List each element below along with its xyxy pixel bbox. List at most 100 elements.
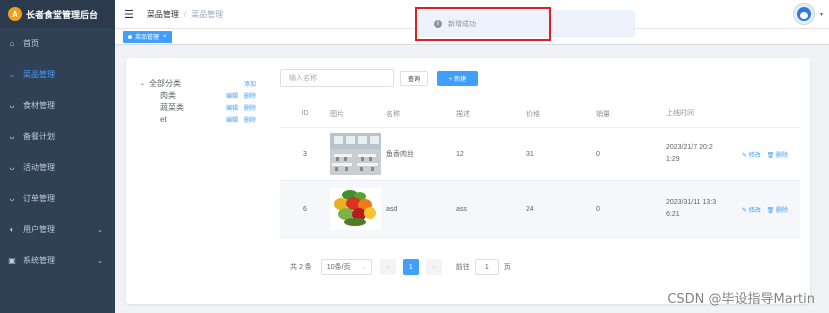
sidebar-item-1[interactable]: ᴗ 菜品管理 — [0, 59, 115, 90]
watermark: CSDN @毕设指导Martin — [667, 292, 815, 307]
brand[interactable]: A 长者食堂管理后台 — [0, 0, 115, 28]
sidebar: A 长者食堂管理后台 ⌂ 首页 ᴗ 菜品管理 ᴗ 食材管理 ᴗ 备餐计划 ᴗ 活动管理 ᴗ 订单管理 ◐… — [0, 0, 115, 313]
content-card: ⌄ 全部分类 添加 肉类 编辑 删除 蔬菜类 编辑 删除 et 编辑 删除 输入名称 查询 + … — [126, 58, 810, 304]
cell-id: 6 — [303, 205, 307, 213]
sidebar-item-label: 订单管理 — [23, 194, 55, 203]
dish-table: ID 图片 名称 描述 价格 销量 上线时间 3 鱼香肉丝 12 31 0 20… — [280, 100, 800, 238]
tag-dish-management[interactable]: 菜品管理 × — [123, 30, 172, 43]
sidebar-item-4[interactable]: ᴗ 活动管理 — [0, 152, 115, 183]
main-area: ☰ 菜品管理 / 菜品管理 ▾ 菜品管理 × ⌄ 全部分类 添加 肉类 编辑 删… — [115, 0, 829, 313]
col-price: 价格 — [526, 110, 540, 118]
sidebar-item-6[interactable]: ◐ 用户管理 ⌄ — [0, 214, 115, 245]
tree-node-actions: 编辑 删除 — [226, 91, 256, 100]
col-sales: 销量 — [596, 110, 610, 118]
edit-category-link[interactable]: 编辑 — [226, 91, 238, 100]
sidebar-item-label: 系统管理 — [23, 256, 55, 265]
delete-category-link[interactable]: 删除 — [244, 115, 256, 124]
sidebar-item-2[interactable]: ᴗ 食材管理 — [0, 90, 115, 121]
tree-node[interactable]: et 编辑 删除 — [140, 113, 256, 125]
tree-node-actions: 编辑 删除 — [226, 115, 256, 124]
sidebar-item-label: 食材管理 — [23, 101, 55, 110]
table-row: 6 asd ass 24 0 2023/31/11 13:3 6:21 ✎ 修改… — [280, 181, 800, 238]
cell-time: 2023/21/7 20:2 1:29 — [666, 142, 736, 166]
col-name: 名称 — [386, 110, 400, 118]
sidebar-item-7[interactable]: ▣ 系统管理 ⌄ — [0, 245, 115, 276]
chevron-down-icon[interactable]: ⌄ — [97, 226, 103, 234]
tree-node-actions: 编辑 删除 — [226, 103, 256, 112]
tree-node-label: et — [160, 114, 167, 124]
edit-category-link[interactable]: 编辑 — [226, 103, 238, 112]
tree-root-label: 全部分类 — [149, 78, 182, 88]
breadcrumb-separator: / — [183, 9, 187, 19]
time-line-1: 2023/31/11 13:3 — [666, 199, 717, 206]
sidebar-item-0[interactable]: ⌂ 首页 — [0, 28, 115, 59]
col-time: 上线时间 — [666, 109, 694, 117]
canteen-image — [330, 133, 381, 175]
system-icon: ▣ — [8, 256, 16, 265]
table-row: 3 鱼香肉丝 12 31 0 2023/21/7 20:2 1:29 ✎ 修改 … — [280, 128, 800, 181]
time-line-2: 1:29 — [666, 156, 680, 163]
cell-image — [330, 133, 386, 175]
search-input[interactable]: 输入名称 — [280, 69, 394, 87]
user-icon: ᴗ — [9, 194, 15, 203]
sidebar-item-5[interactable]: ᴗ 订单管理 — [0, 183, 115, 214]
tree-node-label: 肉类 — [160, 90, 176, 100]
edit-button[interactable]: ✎ 修改 — [742, 150, 761, 159]
cell-sales: 0 — [596, 150, 600, 158]
tag-close-icon[interactable]: × — [163, 34, 167, 40]
tree-root-actions: 添加 — [244, 79, 256, 88]
page-size-select[interactable]: 10条/页 ⌄ — [320, 259, 372, 275]
col-desc: 描述 — [456, 110, 470, 118]
cell-ops: ✎ 修改 🗑 删除 — [736, 150, 800, 159]
avatar[interactable]: ▾ — [793, 3, 823, 25]
user-icon: ᴗ — [9, 132, 15, 141]
breadcrumb-item-1[interactable]: 菜品管理 — [147, 9, 179, 20]
tree-root[interactable]: ⌄ 全部分类 添加 — [140, 77, 256, 89]
avatar-caret-icon[interactable]: ▾ — [820, 11, 823, 18]
tree-node[interactable]: 蔬菜类 编辑 删除 — [140, 101, 256, 113]
goto-page-input[interactable]: 1 — [474, 259, 499, 275]
edit-category-link[interactable]: 编辑 — [226, 115, 238, 124]
delete-button[interactable]: 🗑 删除 — [767, 150, 788, 159]
cell-image — [330, 188, 386, 230]
sidebar-menu: ⌂ 首页 ᴗ 菜品管理 ᴗ 食材管理 ᴗ 备餐计划 ᴗ 活动管理 ᴗ 订单管理 ◐ 用户管理 ⌄ ▣ 系统管理 ⌄ — [0, 28, 115, 276]
chevron-down-icon[interactable]: ⌄ — [97, 257, 103, 265]
avatar-image — [797, 7, 811, 21]
tree-node-label: 蔬菜类 — [160, 102, 184, 112]
time-line-2: 6:21 — [666, 211, 680, 218]
query-button[interactable]: 查询 — [400, 71, 428, 86]
cell-desc: 12 — [456, 150, 464, 158]
cell-name: 鱼香肉丝 — [386, 151, 414, 158]
page-size-value: 10条/页 — [326, 264, 351, 271]
breadcrumb: 菜品管理 / 菜品管理 — [147, 9, 223, 20]
cell-ops: ✎ 修改 🗑 删除 — [736, 205, 800, 214]
cell-name: asd — [386, 205, 398, 213]
goto-prefix: 前往 — [455, 264, 470, 271]
tree-node[interactable]: 肉类 编辑 删除 — [140, 89, 256, 101]
delete-button[interactable]: 🗑 删除 — [767, 205, 788, 214]
add-category-link[interactable]: 添加 — [244, 79, 256, 88]
table-header: ID 图片 名称 描述 价格 销量 上线时间 — [280, 100, 800, 128]
caret-down-icon[interactable]: ⌄ — [140, 80, 145, 87]
delete-category-link[interactable]: 删除 — [244, 103, 256, 112]
goto-suffix: 页 — [503, 264, 511, 271]
cell-desc: ass — [456, 205, 467, 213]
cell-id: 3 — [303, 150, 307, 158]
next-page-button[interactable]: › — [425, 259, 442, 275]
brand-title: 长者食堂管理后台 — [26, 9, 99, 20]
breadcrumb-item-2: 菜品管理 — [191, 9, 224, 19]
hamburger-icon[interactable]: ☰ — [124, 8, 134, 21]
time-line-1: 2023/21/7 20:2 — [666, 144, 713, 151]
annotation-highlight-box — [415, 7, 551, 41]
tag-dot-icon — [128, 34, 132, 39]
sidebar-item-3[interactable]: ᴗ 备餐计划 — [0, 121, 115, 152]
brand-logo: A — [8, 7, 22, 21]
page-number-1[interactable]: 1 — [402, 259, 419, 275]
add-button[interactable]: + 新建 — [437, 71, 478, 86]
cell-price: 31 — [526, 150, 534, 158]
cell-price: 24 — [526, 205, 534, 213]
delete-category-link[interactable]: 删除 — [244, 91, 256, 100]
user-icon: ᴗ — [9, 163, 15, 172]
edit-button[interactable]: ✎ 修改 — [742, 205, 761, 214]
prev-page-button[interactable]: ‹ — [379, 259, 396, 275]
